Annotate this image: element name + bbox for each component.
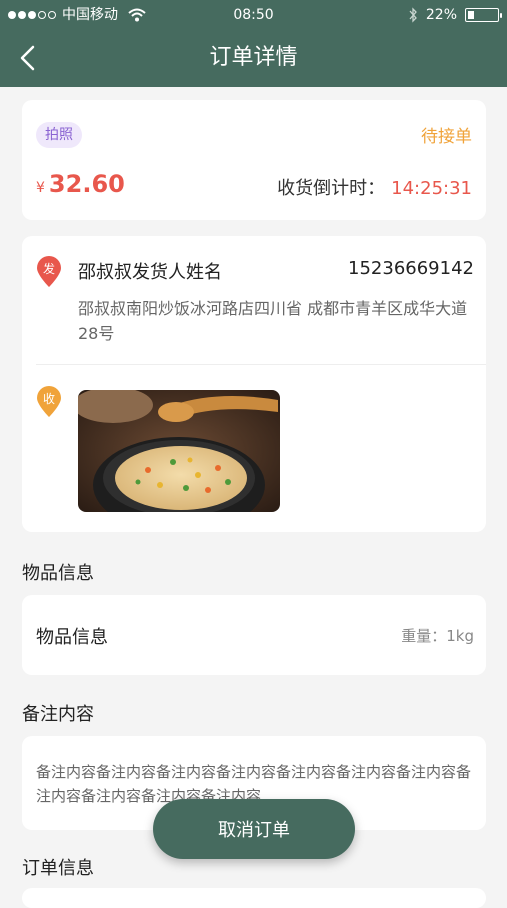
order-info-card (22, 888, 486, 908)
currency-symbol: ¥ (36, 180, 45, 196)
goods-card: 物品信息 重量：1kg (22, 595, 486, 675)
receive-countdown: 收货倒计时： 14:25:31 (277, 174, 472, 200)
cancel-order-button[interactable]: 取消订单 (153, 799, 355, 859)
bluetooth-icon (409, 7, 417, 23)
send-pin-icon: 发 (37, 256, 61, 287)
divider (36, 364, 486, 365)
receive-pin-icon: 收 (37, 386, 61, 417)
goods-label: 物品信息 (36, 627, 108, 648)
countdown-value: 14:25:31 (391, 178, 472, 199)
receipt-photo[interactable] (78, 390, 280, 512)
order-status-card: 拍照 待接单 ¥32.60 收货倒计时： 14:25:31 (22, 100, 486, 220)
goods-section-title: 物品信息 (22, 563, 94, 584)
order-info-section-title: 订单信息 (22, 858, 94, 879)
battery-percent: 22% (425, 7, 457, 23)
sender-address: 邵叔叔南阳炒饭冰河路店四川省 成都市青羊区成华大道28号 (78, 299, 468, 343)
photo-tag: 拍照 (36, 122, 82, 148)
sender-phone[interactable]: 15236669142 (348, 258, 474, 279)
price-amount: 32.60 (48, 170, 125, 198)
battery-icon (465, 8, 502, 22)
order-status-label: 待接单 (421, 127, 472, 147)
status-bar: 中国移动 08:50 22% (0, 0, 507, 30)
sender-name: 邵叔叔发货人姓名 (78, 262, 222, 283)
remark-section-title: 备注内容 (22, 704, 94, 725)
receive-pin-badge: 收 (43, 392, 55, 406)
send-pin-badge: 发 (43, 261, 55, 276)
address-card: 发 邵叔叔发货人姓名 15236669142 邵叔叔南阳炒饭冰河路店四川省 成都… (22, 236, 486, 532)
order-price: ¥32.60 (36, 170, 125, 198)
goods-weight: 重量：1kg (401, 627, 474, 645)
page-title: 订单详情 (209, 45, 298, 70)
countdown-label: 收货倒计时： (277, 178, 386, 199)
header-bar: 中国移动 08:50 22% 订单详情 (0, 0, 507, 87)
status-right: 22% (408, 0, 502, 30)
